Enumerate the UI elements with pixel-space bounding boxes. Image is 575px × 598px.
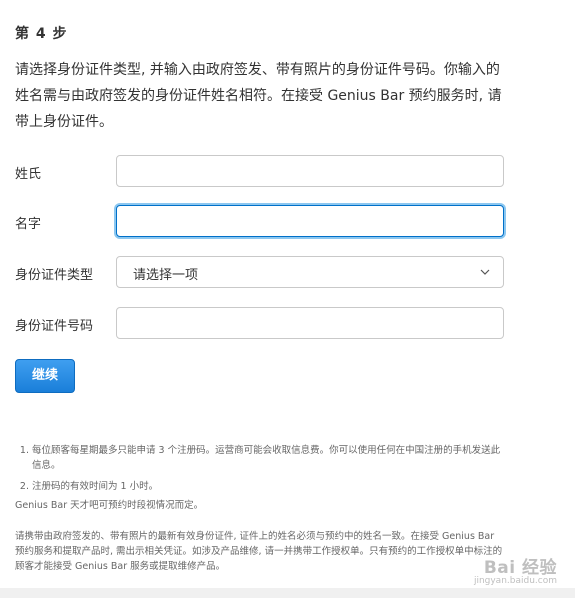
surname-row: 姓氏 bbox=[0, 155, 575, 189]
given-name-row: 名字 bbox=[0, 205, 575, 239]
step-title: 第 4 步 bbox=[15, 26, 68, 42]
id-requirement-note: 请携带由政府签发的、带有照片的最新有效身份证件, 证件上的姓名必须与预约中的姓名… bbox=[15, 531, 503, 572]
given-name-label: 名字 bbox=[15, 217, 42, 232]
id-number-input[interactable] bbox=[116, 307, 504, 339]
bottom-bar bbox=[0, 588, 575, 598]
watermark-logo: Bai 经验 bbox=[483, 558, 557, 578]
notes-list: 每位顾客每星期最多只能申请 3 个注册码。运营商可能会收取信息费。你可以使用任何… bbox=[15, 443, 505, 494]
chevron-down-icon bbox=[480, 269, 490, 275]
notes-section: 每位顾客每星期最多只能申请 3 个注册码。运营商可能会收取信息费。你可以使用任何… bbox=[15, 443, 505, 513]
id-number-row: 身份证件号码 bbox=[0, 307, 575, 341]
note-item: 每位顾客每星期最多只能申请 3 个注册码。运营商可能会收取信息费。你可以使用任何… bbox=[32, 443, 505, 473]
watermark: Bai 经验 jingyan.baidu.com bbox=[474, 553, 557, 586]
given-name-input[interactable] bbox=[116, 205, 504, 237]
watermark-url: jingyan.baidu.com bbox=[473, 576, 557, 586]
id-type-selected-value: 请选择一项 bbox=[133, 268, 199, 283]
continue-button[interactable]: 继续 bbox=[15, 359, 75, 393]
availability-note: Genius Bar 天才吧可预约时段视情况而定。 bbox=[15, 500, 204, 511]
id-type-label: 身份证件类型 bbox=[15, 268, 94, 283]
note-item: 注册码的有效时间为 1 小时。 bbox=[32, 479, 505, 494]
id-type-select[interactable]: 请选择一项 bbox=[116, 256, 504, 288]
id-type-row: 身份证件类型 请选择一项 bbox=[0, 256, 575, 290]
id-number-label: 身份证件号码 bbox=[15, 319, 94, 334]
surname-input[interactable] bbox=[116, 155, 504, 187]
surname-label: 姓氏 bbox=[15, 167, 42, 182]
step-instructions: 请选择身份证件类型, 并输入由政府签发、带有照片的身份证件号码。你输入的姓名需与… bbox=[15, 62, 502, 130]
